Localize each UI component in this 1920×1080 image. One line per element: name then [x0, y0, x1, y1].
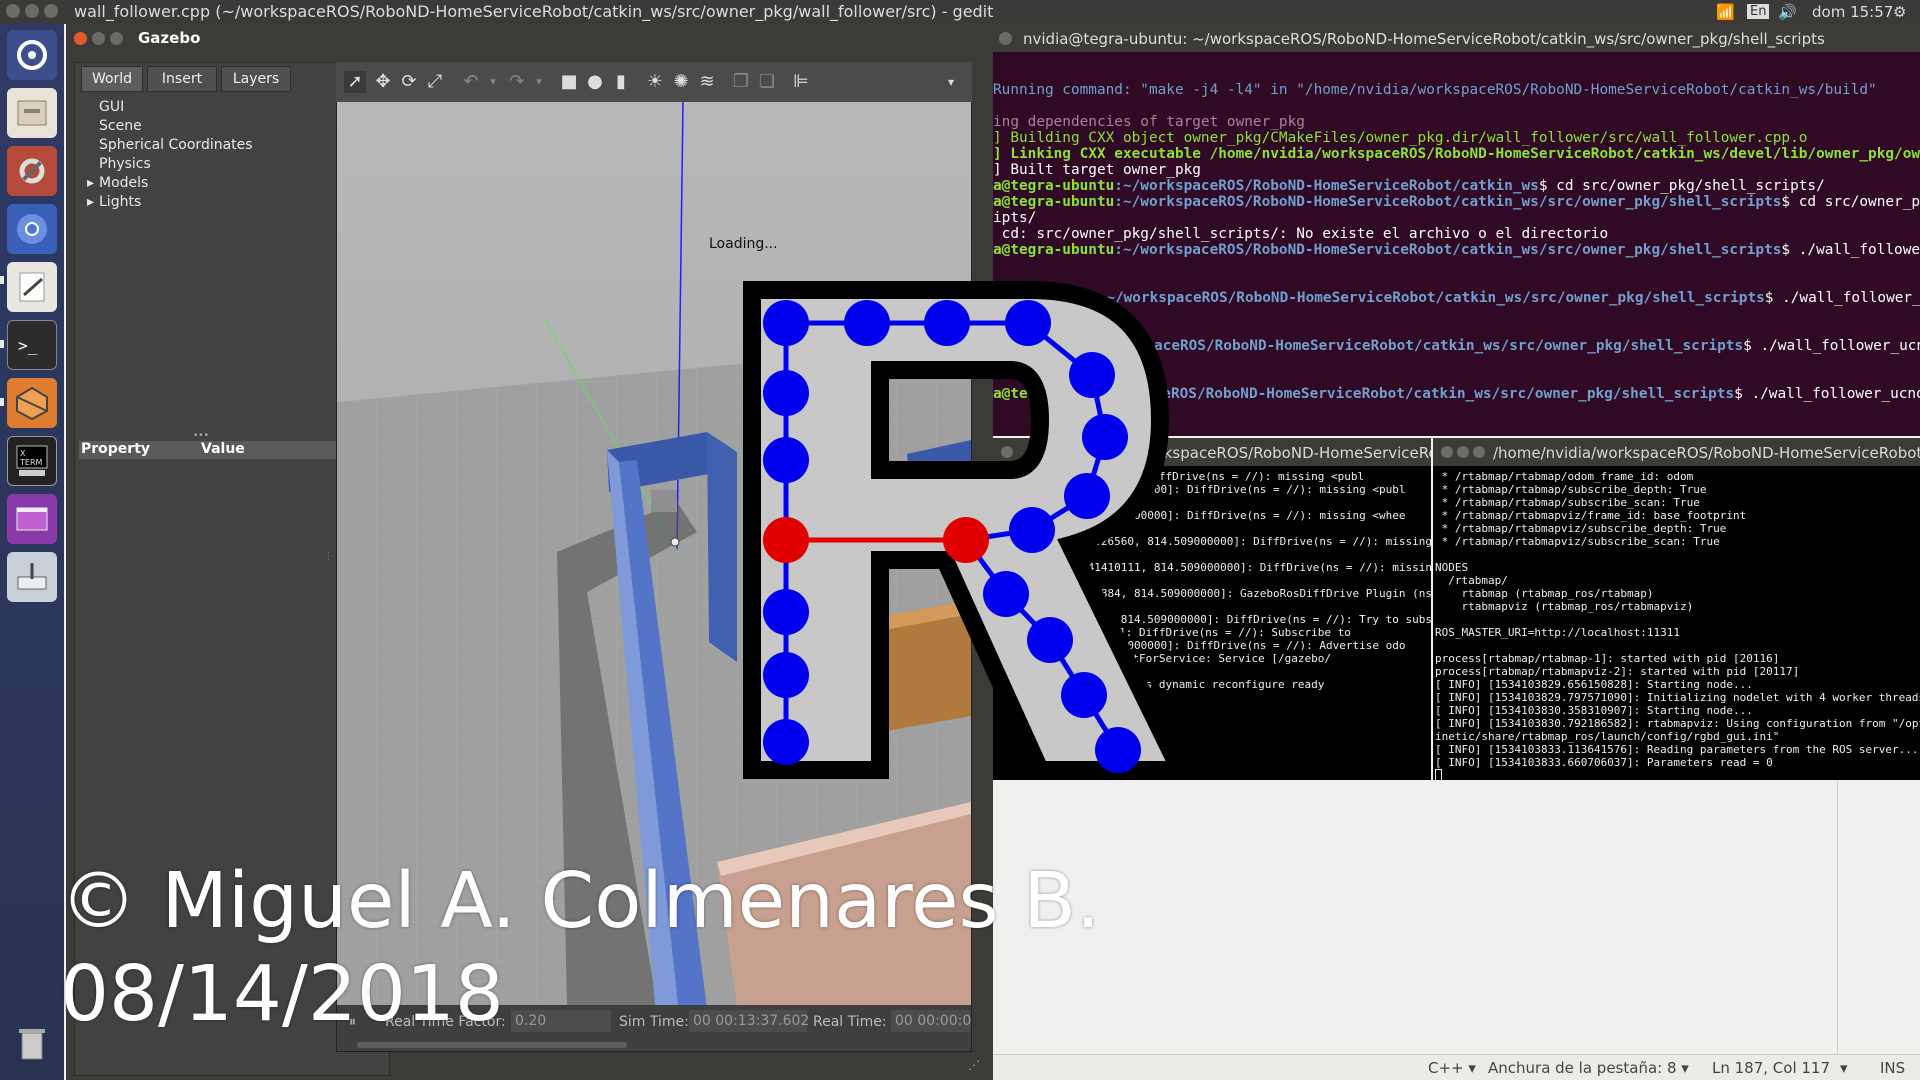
watermark-date: 08/14/2018	[60, 950, 504, 1039]
copyright-watermark: © Miguel A. Colmenares B. 08/14/2018	[60, 855, 1100, 1041]
r-logo-red-node	[763, 517, 809, 563]
watermark-author: © Miguel A. Colmenares B.	[60, 857, 1101, 946]
r-logo-red-node	[943, 517, 989, 563]
